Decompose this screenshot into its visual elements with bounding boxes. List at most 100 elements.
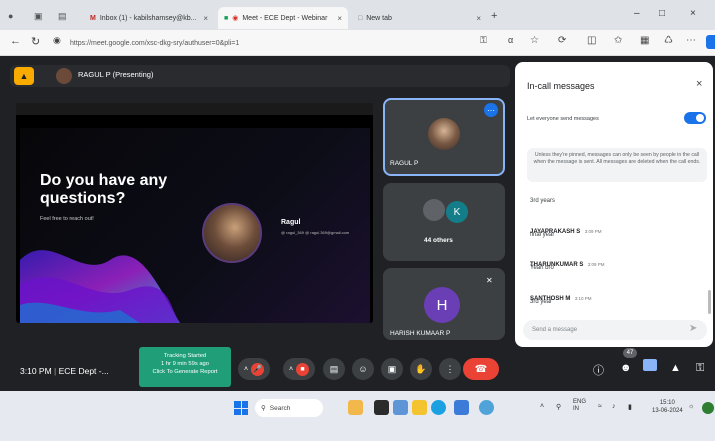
tracking-action: Click To Generate Report bbox=[152, 369, 218, 375]
activities-icon[interactable]: ▲ bbox=[670, 362, 681, 374]
raise-hand-icon[interactable]: ✋ bbox=[410, 358, 432, 380]
taskbar-clock[interactable]: 15:10 13-06-2024 bbox=[652, 399, 683, 415]
people-icon[interactable]: ☻ bbox=[620, 362, 632, 374]
chat-title: In-call messages bbox=[527, 81, 595, 91]
battery-icon[interactable]: ▮ bbox=[628, 403, 632, 411]
close-icon[interactable]: × bbox=[476, 14, 481, 23]
slide-contact-details: @ ragul_369 @ ragul.369@gmail.com bbox=[281, 230, 350, 235]
speaker-photo bbox=[202, 203, 262, 263]
address-bar[interactable]: https://meet.google.com/xsc-dkg-sry/auth… bbox=[70, 34, 470, 52]
recording-icon: ◉ bbox=[232, 15, 239, 22]
close-window-button[interactable]: × bbox=[690, 8, 696, 19]
gmail-icon: M bbox=[90, 14, 96, 22]
decorative-wave-graphic bbox=[20, 250, 180, 323]
favorites-icon[interactable]: ✩ bbox=[614, 35, 622, 46]
back-icon[interactable]: ← bbox=[10, 35, 21, 47]
chat-info-note: Unless they're pinned, messages can only… bbox=[527, 148, 707, 182]
tab-label: New tab bbox=[366, 14, 392, 22]
more-options-icon[interactable]: ⋮ bbox=[439, 358, 461, 380]
chevron-up-icon: ˄ bbox=[288, 365, 294, 373]
send-icon[interactable]: ➤ bbox=[689, 323, 697, 334]
slide-speaker-name: Ragul bbox=[281, 219, 301, 226]
close-icon[interactable]: × bbox=[696, 78, 702, 90]
refresh-extension-icon[interactable]: ⟳ bbox=[558, 35, 566, 46]
more-icon[interactable]: ⋯ bbox=[686, 35, 696, 46]
task-view-icon[interactable] bbox=[374, 400, 389, 415]
colorful-app-icon[interactable] bbox=[702, 402, 714, 414]
participant-name: 44 others bbox=[424, 237, 453, 244]
avatar bbox=[428, 118, 460, 150]
split-screen-icon[interactable]: ◫ bbox=[587, 35, 596, 46]
tab-actions-icon[interactable]: ▤ bbox=[58, 11, 67, 22]
volume-icon[interactable]: ♪ bbox=[612, 403, 616, 410]
shared-screen-toolbar bbox=[16, 103, 373, 115]
close-icon[interactable]: × bbox=[203, 14, 208, 23]
clock-date: 13-06-2024 bbox=[652, 408, 683, 414]
emoji-icon[interactable]: ☺ bbox=[352, 358, 374, 380]
windows-taskbar bbox=[0, 391, 715, 441]
search-label: Search bbox=[269, 404, 291, 412]
chat-icon[interactable] bbox=[643, 359, 657, 371]
store-icon[interactable] bbox=[454, 400, 469, 415]
refresh-icon[interactable]: ↻ bbox=[31, 35, 40, 48]
extensions-icon[interactable]: ♺ bbox=[664, 35, 673, 46]
camera-off-icon: ■ bbox=[296, 362, 310, 376]
message-text: 3rd year bbox=[530, 299, 553, 305]
region-label: IN bbox=[573, 406, 579, 412]
meet-icon: ■ bbox=[224, 14, 229, 22]
present-screen-icon[interactable]: ▣ bbox=[381, 358, 403, 380]
info-icon[interactable]: ⓘ bbox=[593, 362, 604, 378]
end-call-button[interactable]: ☎ bbox=[463, 358, 499, 380]
send-messages-toggle[interactable] bbox=[684, 112, 706, 124]
meeting-name: ECE Dept -... bbox=[58, 366, 109, 376]
language-indicator[interactable]: ENG IN bbox=[573, 399, 586, 413]
notification-icon[interactable]: ☼ bbox=[688, 403, 694, 410]
message-time: 3:10 PM bbox=[574, 296, 592, 301]
message-time: 3:09 PM bbox=[587, 262, 605, 267]
message-text: Yeah bro bbox=[530, 265, 554, 271]
camera-toggle-button[interactable]: ˄ ■ bbox=[283, 358, 315, 380]
avatar: H bbox=[424, 287, 460, 323]
mic-toggle-button[interactable]: ˄ 🎤 bbox=[238, 358, 270, 380]
key-icon[interactable]: ⚿ bbox=[480, 35, 487, 46]
people-count-badge: 47 bbox=[623, 348, 637, 358]
workspaces-icon[interactable]: ▣ bbox=[34, 11, 43, 22]
host-controls-icon[interactable]: ⚿ bbox=[696, 362, 704, 375]
message-text: final year bbox=[530, 232, 555, 238]
favorite-icon[interactable]: ☆ bbox=[530, 35, 539, 46]
tab-meet[interactable]: ■ ◉ Meet - ECE Dept - Webinar × bbox=[218, 7, 348, 29]
chrome-icon[interactable] bbox=[479, 400, 494, 415]
copilot-icon[interactable] bbox=[706, 35, 715, 49]
presentation-icon[interactable]: ▲ bbox=[14, 67, 34, 85]
tab-label: Inbox (1) - kabilshamsey@kb... bbox=[99, 14, 197, 22]
avatar: K bbox=[446, 201, 468, 223]
tracking-report-button[interactable]: Tracking Started 1 hr 9 min 59s ago Clic… bbox=[139, 347, 231, 387]
taskbar-search[interactable]: ⚲ Search bbox=[255, 399, 323, 417]
chevron-up-icon[interactable]: ˄ bbox=[540, 403, 544, 410]
maximize-button[interactable]: □ bbox=[659, 8, 665, 19]
tab-new[interactable]: □ New tab × bbox=[352, 7, 487, 29]
close-icon[interactable]: × bbox=[337, 14, 342, 23]
location-icon[interactable]: ⚲ bbox=[556, 403, 561, 411]
collections-icon[interactable]: ▦ bbox=[640, 35, 649, 46]
participant-tile-others[interactable] bbox=[383, 183, 505, 261]
edge-icon[interactable] bbox=[431, 400, 446, 415]
captions-icon[interactable]: ▤ bbox=[323, 358, 345, 380]
profile-icon[interactable]: ● bbox=[8, 11, 13, 21]
chat-scrollbar[interactable] bbox=[708, 290, 711, 314]
minimize-button[interactable]: – bbox=[634, 8, 640, 19]
file-manager-icon[interactable] bbox=[412, 400, 427, 415]
more-options-icon[interactable]: ⋯ bbox=[484, 103, 498, 117]
wifi-icon[interactable]: ≈ bbox=[598, 403, 602, 410]
explorer-icon[interactable] bbox=[393, 400, 408, 415]
windows-start-icon[interactable] bbox=[234, 401, 248, 415]
read-aloud-icon[interactable]: α bbox=[508, 35, 513, 45]
message-input[interactable]: Send a message bbox=[523, 320, 707, 340]
lock-icon[interactable]: ◉ bbox=[53, 35, 61, 46]
participant-name: HARISH KUMAAR P bbox=[390, 330, 451, 337]
new-tab-button[interactable]: + bbox=[491, 10, 497, 22]
new-tab-icon: □ bbox=[358, 14, 363, 22]
tab-inbox[interactable]: M Inbox (1) - kabilshamsey@kb... × bbox=[84, 7, 214, 29]
message-time: 3:09 PM bbox=[584, 229, 602, 234]
widgets-icon[interactable] bbox=[348, 400, 363, 415]
